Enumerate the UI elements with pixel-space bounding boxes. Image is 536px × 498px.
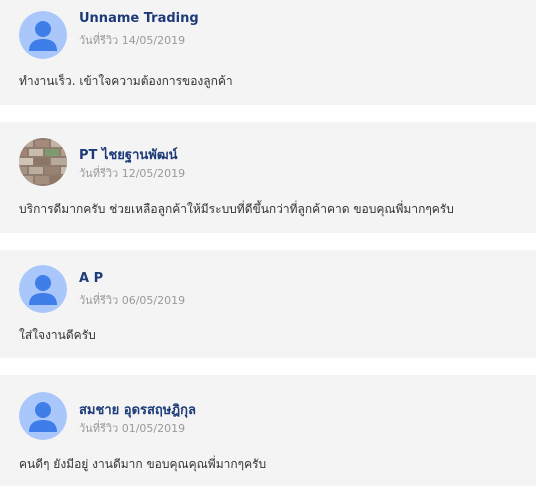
review-list: Unname Trading วันที่รีวิว 14/05/2019 ทำ… (0, 0, 536, 498)
default-user-avatar-icon (19, 265, 67, 313)
brick-wall-photo-avatar (19, 138, 67, 186)
review-card: A P วันที่รีวิว 06/05/2019 ใส่ใจงานดีครั… (0, 250, 536, 358)
reviewer-name[interactable]: A P (79, 271, 103, 286)
review-card: PT ไชยฐานพัฒน์ วันที่รีวิว 12/05/2019 บร… (0, 122, 536, 233)
review-card: สมชาย อุดรสฤษฎิกุล วันที่รีวิว 01/05/201… (0, 375, 536, 486)
review-date: วันที่รีวิว 12/05/2019 (79, 167, 186, 180)
reviewer-name[interactable]: สมชาย อุดรสฤษฎิกุล (79, 399, 196, 420)
review-text: บริการดีมากครับ ช่วยเหลือลูกค้าให้มีระบบ… (19, 202, 454, 216)
review-date: วันที่รีวิว 01/05/2019 (79, 422, 186, 435)
review-card: Unname Trading วันที่รีวิว 14/05/2019 ทำ… (0, 0, 536, 105)
review-text: ทำงานเร็ว. เข้าใจความต้องการของลูกค้า (19, 74, 233, 88)
review-text: คนดีๆ ยังมีอยู่ งานดีมาก ขอบคุณคุณพี่มาก… (19, 457, 267, 471)
review-text: ใส่ใจงานดีครับ (19, 328, 96, 342)
default-user-avatar-icon (19, 392, 67, 440)
default-user-avatar-icon (19, 11, 67, 59)
review-date: วันที่รีวิว 14/05/2019 (79, 34, 186, 47)
reviewer-name[interactable]: PT ไชยฐานพัฒน์ (79, 144, 177, 165)
review-date: วันที่รีวิว 06/05/2019 (79, 294, 186, 307)
reviewer-name[interactable]: Unname Trading (79, 11, 199, 26)
